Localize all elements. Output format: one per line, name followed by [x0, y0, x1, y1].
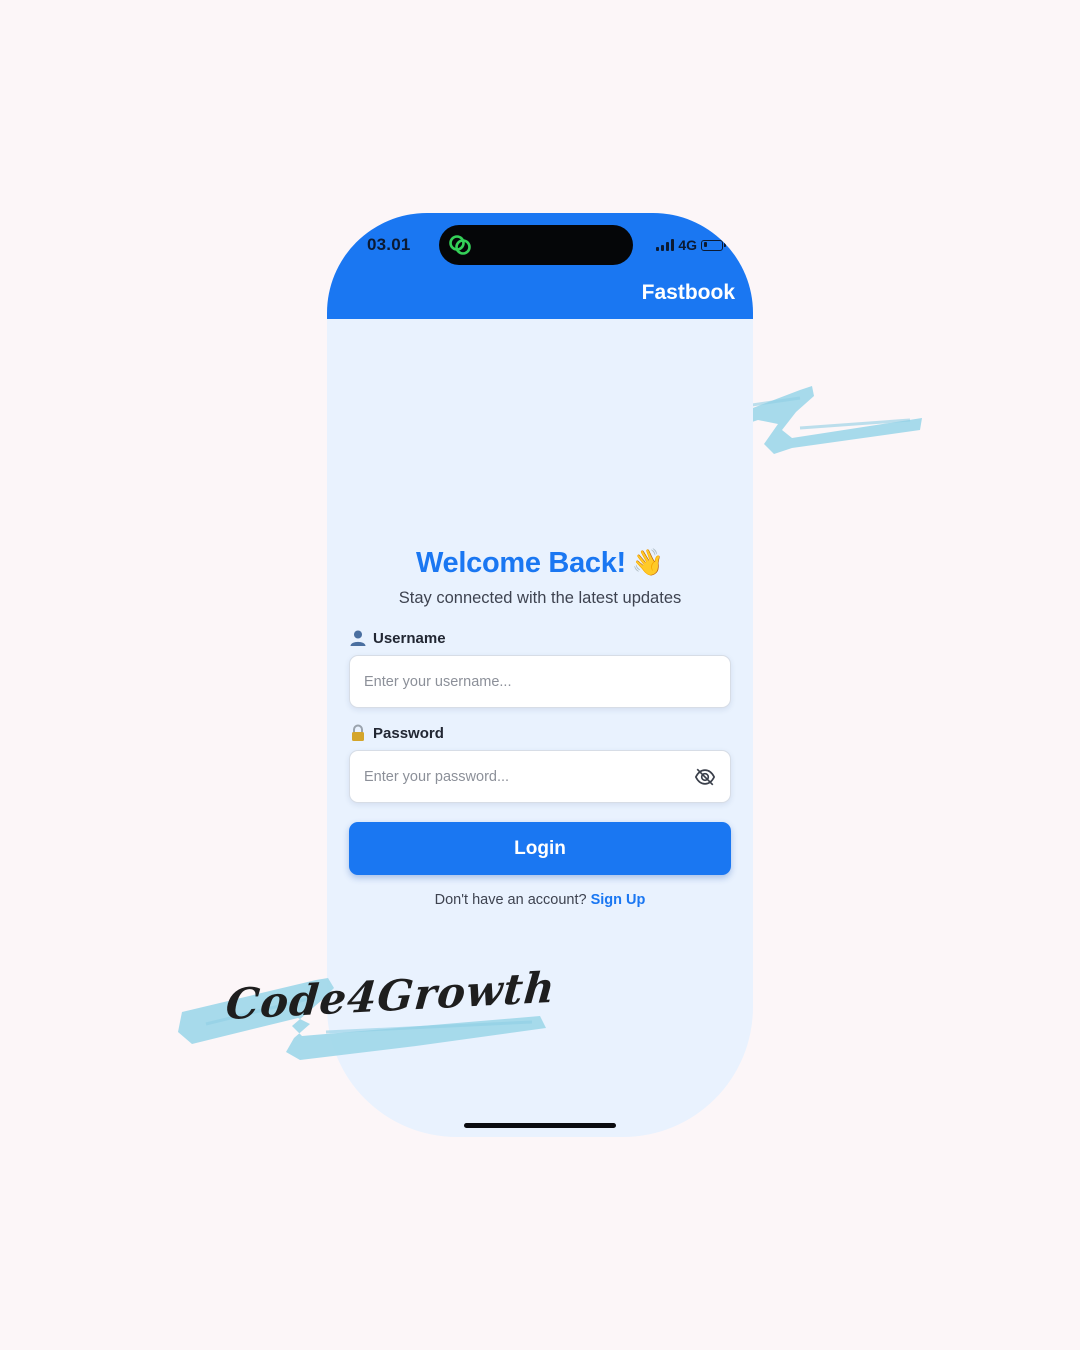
signup-link[interactable]: Sign Up — [591, 892, 646, 908]
app-header: 03.01 4G Fastbook — [327, 213, 753, 319]
password-input[interactable] — [349, 750, 731, 803]
status-time: 03.01 — [367, 235, 411, 254]
username-input[interactable] — [349, 655, 731, 708]
status-indicators: 4G — [656, 237, 726, 253]
user-icon — [350, 630, 366, 646]
username-label: Username — [373, 629, 446, 647]
waving-hand-icon: 👋 — [631, 547, 664, 577]
eye-off-icon[interactable] — [694, 766, 716, 788]
battery-icon — [701, 239, 726, 251]
login-button[interactable]: Login — [349, 822, 731, 875]
username-label-row: Username — [349, 629, 446, 647]
lock-icon — [352, 724, 364, 741]
welcome-heading: Welcome Back! 👋 — [327, 547, 753, 580]
home-indicator — [464, 1123, 616, 1128]
password-label-row: Password — [349, 724, 444, 742]
welcome-subtitle: Stay connected with the latest updates — [398, 589, 682, 607]
welcome-title: Welcome Back! — [415, 547, 626, 579]
dynamic-island — [439, 225, 633, 265]
signal-icon — [656, 239, 675, 251]
link-icon — [449, 235, 471, 255]
brand-title: Fastbook — [641, 281, 735, 304]
signup-prompt: Don't have an account? — [434, 892, 587, 908]
battery-level — [703, 242, 707, 247]
signup-prompt-row: Don't have an account? Sign Up — [327, 892, 753, 908]
network-type: 4G — [678, 237, 697, 253]
password-label: Password — [373, 724, 444, 742]
